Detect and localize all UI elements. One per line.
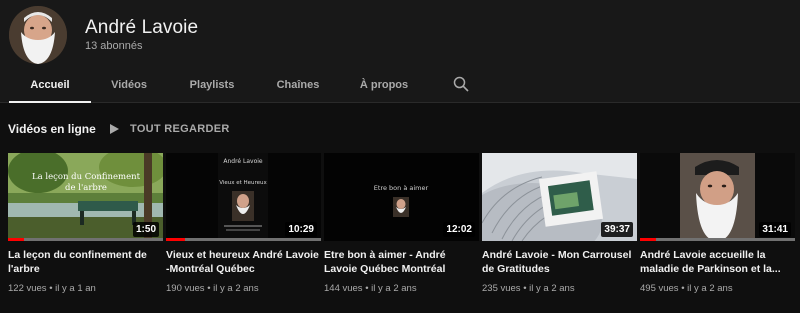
tab-playlists[interactable]: Playlists [181, 66, 243, 102]
video-meta: 235 vues • il y a 2 ans [482, 283, 575, 294]
video-card[interactable]: 31:41 André Lavoie accueille la maladie … [640, 153, 795, 294]
channel-avatar[interactable] [9, 6, 67, 64]
tab-videos[interactable]: Vidéos [100, 66, 158, 102]
upload-age: il y a 1 an [55, 283, 96, 294]
view-count: 190 vues [166, 283, 205, 294]
video-card[interactable]: Etre bon à aimer 12:02 Etre bon à aimer … [324, 153, 479, 294]
play-all-button[interactable]: TOUT REGARDER [110, 120, 230, 138]
watch-progress-fill [640, 238, 656, 241]
play-icon [110, 124, 119, 134]
video-thumbnail[interactable]: André Lavoie Vieux et Heureux 10:29 [166, 153, 321, 241]
view-count: 144 vues [324, 283, 363, 294]
upload-age: il y a 2 ans [371, 283, 417, 294]
tab-chaines[interactable]: Chaînes [268, 66, 328, 102]
video-card[interactable]: La leçon du Confinement de l'arbre 1:50 … [8, 153, 163, 294]
video-title[interactable]: André Lavoie - Mon Carrousel de Gratitud… [482, 248, 637, 276]
upload-age: il y a 2 ans [213, 283, 259, 294]
video-title[interactable]: André Lavoie accueille la maladie de Par… [640, 248, 795, 276]
duration-badge: 12:02 [443, 222, 475, 237]
duration-badge: 39:37 [601, 222, 633, 237]
view-count: 122 vues [8, 283, 47, 294]
video-meta: 190 vues • il y a 2 ans [166, 283, 259, 294]
watch-progress [8, 238, 163, 241]
watch-progress-fill [8, 238, 24, 241]
video-title[interactable]: Vieux et heureux André Lavoie -Montréal … [166, 248, 321, 276]
section-title: Vidéos en ligne [8, 122, 96, 136]
duration-badge: 1:50 [132, 222, 159, 237]
video-thumbnail[interactable]: La leçon du Confinement de l'arbre 1:50 [8, 153, 163, 241]
thumbnail-text: La leçon du Confinement [32, 172, 141, 182]
subscriber-count: 13 abonnés [85, 40, 143, 52]
video-meta: 144 vues • il y a 2 ans [324, 283, 417, 294]
duration-badge: 10:29 [285, 222, 317, 237]
video-thumbnail[interactable]: Etre bon à aimer 12:02 [324, 153, 479, 241]
video-meta: 122 vues • il y a 1 an [8, 283, 96, 294]
video-meta: 495 vues • il y a 2 ans [640, 283, 733, 294]
search-icon[interactable] [452, 75, 470, 93]
upload-age: il y a 2 ans [687, 283, 733, 294]
upload-age: il y a 2 ans [529, 283, 575, 294]
video-thumbnail[interactable]: 39:37 [482, 153, 637, 241]
thumbnail-text: Vieux et Heureux [219, 180, 267, 186]
thumbnail-text: André Lavoie [223, 158, 263, 165]
view-count: 495 vues [640, 283, 679, 294]
channel-home: Vidéos en ligne TOUT REGARDER La leçon d… [0, 103, 800, 313]
video-thumbnail[interactable]: 31:41 [640, 153, 795, 241]
video-title[interactable]: La leçon du confinement de l'arbre [8, 248, 163, 276]
channel-name: André Lavoie [85, 17, 199, 38]
tab-a-propos[interactable]: À propos [351, 66, 417, 102]
channel-header: André Lavoie 13 abonnés [0, 0, 800, 66]
thumbnail-text: de l'arbre [65, 183, 107, 193]
watch-progress-fill [166, 238, 185, 241]
thumbnail-text: Etre bon à aimer [374, 184, 429, 192]
video-card[interactable]: André Lavoie Vieux et Heureux 10:29 Vieu… [166, 153, 321, 294]
watch-progress [640, 238, 795, 241]
view-count: 235 vues [482, 283, 521, 294]
duration-badge: 31:41 [759, 222, 791, 237]
tab-accueil[interactable]: Accueil [9, 66, 91, 103]
channel-tabs: Accueil Vidéos Playlists Chaînes À propo… [0, 66, 800, 103]
watch-progress [166, 238, 321, 241]
video-card[interactable]: 39:37 André Lavoie - Mon Carrousel de Gr… [482, 153, 637, 294]
video-title[interactable]: Etre bon à aimer - André Lavoie Québec M… [324, 248, 479, 276]
play-all-label: TOUT REGARDER [130, 123, 230, 135]
